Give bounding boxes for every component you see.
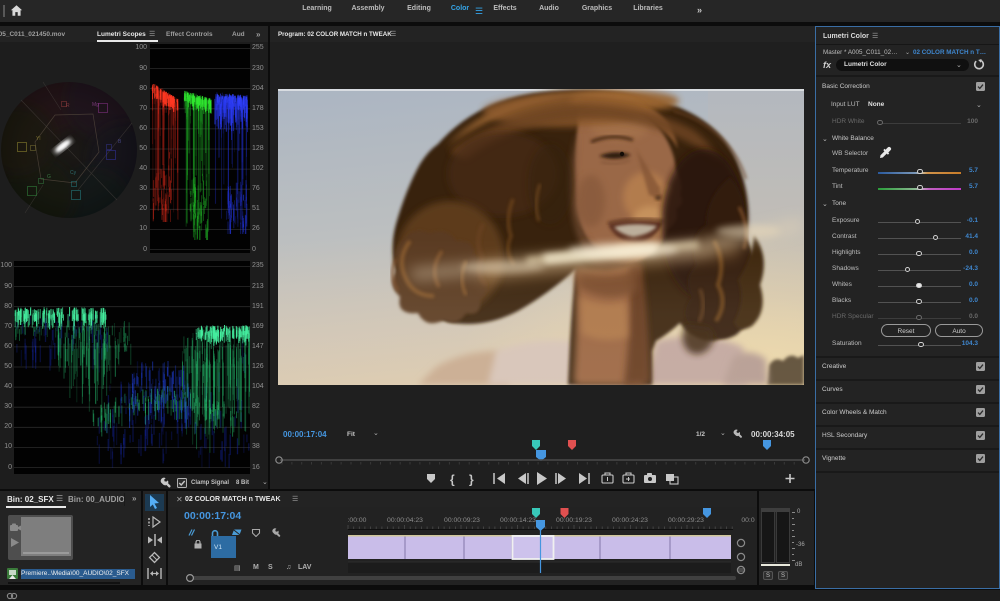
svg-text:G: G xyxy=(47,174,51,180)
svg-text:R: R xyxy=(66,103,70,109)
svg-text:}: } xyxy=(469,473,474,487)
svg-text:Yl: Yl xyxy=(36,136,40,142)
svg-text:Mg: Mg xyxy=(92,102,99,108)
svg-text:Cy: Cy xyxy=(70,170,77,176)
svg-text:{: { xyxy=(450,473,455,487)
